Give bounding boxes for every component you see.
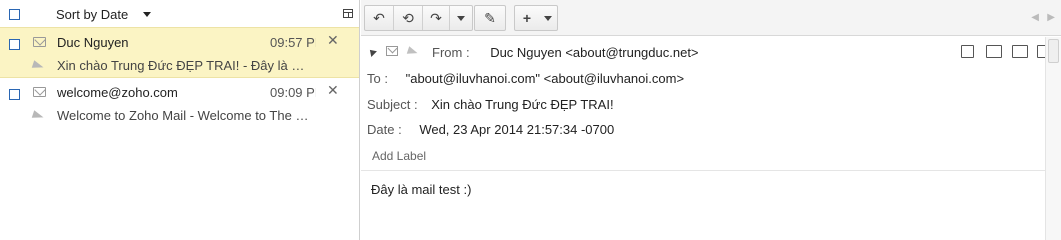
scrollbar-thumb[interactable] bbox=[1048, 39, 1059, 63]
email-forward-icon[interactable] bbox=[1012, 45, 1028, 58]
divider bbox=[361, 170, 1045, 171]
plus-icon[interactable]: + bbox=[515, 6, 539, 30]
subject-row: Subject : Xin chào Trung Đức ĐẸP TRAI! bbox=[367, 97, 614, 112]
new-button-group: + bbox=[514, 5, 558, 31]
reading-pane: ↶ ⟲ ↷ ✎ + ◀ ▶ From : Duc Nguyen <about@t… bbox=[361, 0, 1061, 240]
message-list-pane: Sort by Date Duc Nguyen 09:57 PM ✕ Xin c… bbox=[0, 0, 360, 240]
mail-subject: Welcome to Zoho Mail - Welcome to The Zo… bbox=[57, 108, 312, 123]
date-row: Date : Wed, 23 Apr 2014 21:57:34 -0700 bbox=[367, 122, 614, 137]
subject-label: Subject : bbox=[367, 97, 418, 112]
more-actions-button[interactable] bbox=[450, 6, 472, 30]
mail-time: 09:09 PM bbox=[270, 85, 316, 100]
to-row: To : "about@iluvhanoi.com" <about@iluvha… bbox=[367, 71, 684, 86]
envelope-icon bbox=[33, 87, 46, 97]
close-icon[interactable]: ✕ bbox=[327, 82, 339, 99]
chevron-down-icon[interactable] bbox=[143, 12, 151, 17]
from-value[interactable]: Duc Nguyen <about@trungduc.net> bbox=[490, 45, 698, 60]
from-label: From : bbox=[432, 45, 470, 60]
date-value: Wed, 23 Apr 2014 21:57:34 -0700 bbox=[419, 122, 615, 137]
mail-subject: Xin chào Trung Đức ĐẸP TRAI! - Đây là ma… bbox=[57, 58, 312, 73]
add-label-button[interactable]: Add Label bbox=[372, 149, 426, 163]
mail-checkbox[interactable] bbox=[9, 89, 20, 100]
collapse-arrow-icon[interactable] bbox=[367, 47, 377, 57]
column-settings-icon[interactable] bbox=[343, 9, 353, 18]
date-label: Date : bbox=[367, 122, 402, 137]
list-item[interactable]: Duc Nguyen 09:57 PM ✕ Xin chào Trung Đức… bbox=[0, 27, 359, 78]
new-menu-button[interactable] bbox=[539, 6, 557, 30]
edit-icon[interactable]: ✎ bbox=[475, 6, 505, 30]
list-item[interactable]: welcome@zoho.com 09:09 PM ✕ Welcome to Z… bbox=[0, 78, 359, 129]
next-arrow-icon[interactable]: ▶ bbox=[1047, 12, 1055, 23]
mail-time: 09:57 PM bbox=[270, 35, 316, 50]
forward-icon[interactable]: ↷ bbox=[423, 6, 449, 30]
mail-sender: Duc Nguyen bbox=[57, 35, 129, 50]
to-label: To : bbox=[367, 71, 388, 86]
message-body: Đây là mail test :) bbox=[371, 182, 472, 197]
reply-all-icon[interactable]: ⟲ bbox=[394, 6, 422, 30]
from-row: From : Duc Nguyen <about@trungduc.net> bbox=[432, 45, 699, 60]
toolbar: ↶ ⟲ ↷ ✎ + ◀ ▶ bbox=[361, 0, 1061, 36]
scrollbar[interactable] bbox=[1045, 37, 1061, 240]
subject-value: Xin chào Trung Đức ĐẸP TRAI! bbox=[431, 97, 614, 112]
reply-button-group: ↶ ⟲ ↷ bbox=[364, 5, 473, 31]
chevron-down-icon bbox=[457, 15, 465, 21]
to-value[interactable]: "about@iluvhanoi.com" <about@iluvhanoi.c… bbox=[406, 71, 684, 86]
print-icon[interactable] bbox=[986, 45, 1002, 58]
flag-icon[interactable] bbox=[33, 110, 45, 120]
save-icon[interactable] bbox=[961, 45, 974, 58]
flag-icon[interactable] bbox=[33, 60, 45, 70]
mail-sender: welcome@zoho.com bbox=[57, 85, 178, 100]
envelope-icon bbox=[386, 46, 398, 56]
envelope-icon bbox=[33, 37, 46, 47]
flag-icon[interactable] bbox=[408, 46, 419, 56]
select-all-checkbox[interactable] bbox=[9, 9, 20, 20]
close-icon[interactable]: ✕ bbox=[327, 32, 339, 49]
reply-icon[interactable]: ↶ bbox=[365, 6, 393, 30]
mail-checkbox[interactable] bbox=[9, 39, 20, 50]
list-header: Sort by Date bbox=[0, 0, 359, 28]
edit-button-group: ✎ bbox=[474, 5, 506, 31]
sort-dropdown-label[interactable]: Sort by Date bbox=[56, 7, 128, 22]
prev-arrow-icon[interactable]: ◀ bbox=[1031, 12, 1039, 23]
chevron-down-icon bbox=[544, 15, 552, 21]
